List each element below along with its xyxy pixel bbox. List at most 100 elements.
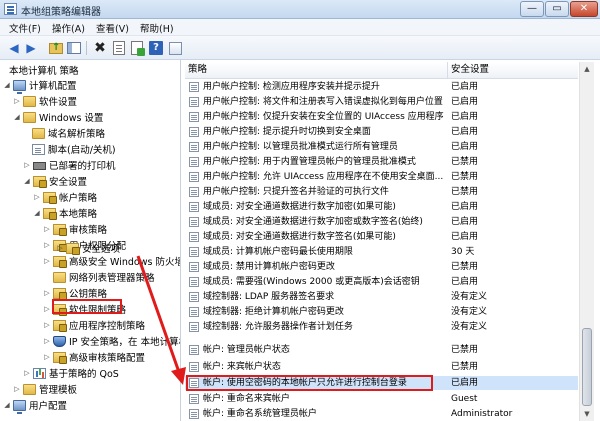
collapse-icon[interactable]: ◢ <box>33 209 41 217</box>
tree-app-control[interactable]: ▷ 应用程序控制策略 <box>43 317 145 333</box>
vertical-scrollbar[interactable]: ▲ ▼ <box>579 62 594 421</box>
expand-icon[interactable]: ▷ <box>43 321 51 329</box>
column-header-setting[interactable]: 安全设置 <box>448 62 578 79</box>
policy-icon <box>189 394 199 404</box>
scroll-up-icon[interactable]: ▲ <box>580 62 594 76</box>
menu-action[interactable]: 操作(A) <box>52 21 85 35</box>
policy-row[interactable]: 帐户: 重命名系统管理员帐户 Administrator <box>185 407 578 421</box>
policy-row[interactable]: 域成员: 需要强(Windows 2000 或更高版本)会话密钥 已启用 <box>185 275 578 289</box>
tree-computer-config[interactable]: ◢ 计算机配置 <box>3 77 77 94</box>
tree-network-list[interactable]: 网络列表管理器策略 <box>53 269 155 285</box>
close-button[interactable]: ✕ <box>570 1 598 17</box>
help-icon[interactable]: ? <box>148 40 164 56</box>
tree-account-policies[interactable]: ▷ 帐户策略 <box>33 189 97 205</box>
expand-icon[interactable]: ▷ <box>43 289 51 297</box>
filter-icon[interactable] <box>167 40 183 56</box>
column-header-policy[interactable]: 策略 <box>185 62 448 79</box>
tree-security-settings[interactable]: ◢ 安全设置 <box>23 173 87 189</box>
folder-icon <box>32 127 45 139</box>
tree-name-resolution[interactable]: 域名解析策略 <box>32 125 105 141</box>
policy-icon <box>189 247 199 257</box>
up-folder-icon[interactable] <box>48 40 64 56</box>
expand-icon[interactable]: ▷ <box>56 244 64 252</box>
tree-label: 高级审核策略配置 <box>69 353 146 364</box>
maximize-button[interactable]: ▭ <box>545 1 569 17</box>
policy-row[interactable]: 用户帐户控制: 允许 UIAccess 应用程序在不使用安全桌面... 已禁用 <box>185 170 578 184</box>
policy-row[interactable]: 帐户: 来宾帐户状态 已禁用 <box>185 360 578 374</box>
policy-row[interactable]: 帐户: 重命名来宾帐户 Guest <box>185 392 578 406</box>
expand-icon[interactable]: ▷ <box>23 369 31 377</box>
forward-arrow-icon[interactable]: ▶ <box>23 40 39 56</box>
expand-icon[interactable]: ▷ <box>33 193 41 201</box>
policy-icon <box>189 157 199 167</box>
expand-icon[interactable]: ▷ <box>43 353 51 361</box>
tree-qos[interactable]: ▷ 基于策略的 QoS <box>23 365 119 381</box>
expand-icon[interactable]: ▷ <box>43 257 51 265</box>
policy-row[interactable]: 用户帐户控制: 用于内置管理员帐户的管理员批准模式 已禁用 <box>185 155 578 169</box>
policy-value: Administrator <box>451 409 513 419</box>
export-list-icon[interactable] <box>129 40 145 56</box>
policy-value: 没有定义 <box>451 322 488 332</box>
tree-printers[interactable]: ▷ 已部署的打印机 <box>23 157 115 173</box>
policy-row[interactable]: 域成员: 计算机帐户密码最长使用期限 30 天 <box>185 245 578 259</box>
policy-value: 已禁用 <box>451 345 479 355</box>
properties-icon[interactable] <box>111 40 127 56</box>
menu-view[interactable]: 查看(V) <box>96 21 129 35</box>
expand-icon[interactable]: ▷ <box>43 241 51 249</box>
policy-row[interactable]: 域控制器: 允许服务器操作者计划任务 没有定义 <box>185 320 578 334</box>
computer-icon <box>13 399 26 414</box>
tree-scripts[interactable]: 脚本(启动/关机) <box>32 141 116 157</box>
tree-ip-security[interactable]: ▷ IP 安全策略，在 本地计算机 <box>43 333 180 349</box>
collapse-icon[interactable]: ◢ <box>13 113 21 121</box>
expand-icon[interactable]: ▷ <box>13 385 21 393</box>
policy-row[interactable]: 用户帐户控制: 仅提升安装在安全位置的 UIAccess 应用程序 已启用 <box>185 110 578 124</box>
tree-root[interactable]: 本地计算机 策略 <box>9 62 79 78</box>
menu-file[interactable]: 文件(F) <box>9 21 41 35</box>
collapse-icon[interactable]: ◢ <box>23 177 31 185</box>
expand-icon[interactable]: ▷ <box>43 305 51 313</box>
expand-icon[interactable]: ▷ <box>43 225 51 233</box>
expand-icon[interactable]: ▷ <box>43 337 51 345</box>
policy-icon <box>189 262 199 272</box>
tree-software-settings[interactable]: ▷ 软件设置 <box>13 93 77 109</box>
back-arrow-icon[interactable]: ◀ <box>6 40 22 56</box>
policy-icon <box>189 345 199 355</box>
printer-icon <box>33 162 46 170</box>
tree-audit-policy[interactable]: ▷ 审核策略 <box>43 221 107 237</box>
policy-icon <box>189 202 199 212</box>
policy-row[interactable]: 域成员: 对安全通道数据进行数字加密(如果可能) 已启用 <box>185 200 578 214</box>
tree-firewall[interactable]: ▷ 高级安全 Windows 防火墙 <box>43 253 181 269</box>
expand-icon[interactable]: ▷ <box>13 97 21 105</box>
policy-row[interactable]: 域控制器: LDAP 服务器签名要求 没有定义 <box>185 290 578 304</box>
tree-advanced-audit[interactable]: ▷ 高级审核策略配置 <box>43 349 145 365</box>
minimize-button[interactable]: — <box>520 1 544 17</box>
menu-help[interactable]: 帮助(H) <box>140 21 174 35</box>
tree-admin-templates[interactable]: ▷ 管理模板 <box>13 381 77 397</box>
policy-value: 已启用 <box>451 112 479 122</box>
show-hide-tree-icon[interactable] <box>66 40 82 56</box>
tree-windows-settings[interactable]: ◢ Windows 设置 <box>13 109 103 125</box>
collapse-icon[interactable]: ◢ <box>3 81 11 89</box>
collapse-icon[interactable]: ◢ <box>3 401 11 409</box>
policy-row[interactable]: 用户帐户控制: 检测应用程序安装并提示提升 已启用 <box>185 80 578 94</box>
highlight-selected-policy <box>186 375 433 391</box>
scroll-thumb[interactable] <box>582 328 592 406</box>
tree-user-config[interactable]: ◢ 用户配置 <box>3 397 67 414</box>
scroll-down-icon[interactable]: ▼ <box>580 407 594 421</box>
folder-icon <box>53 271 66 283</box>
policy-row[interactable]: 用户帐户控制: 提示提升时切换到安全桌面 已启用 <box>185 125 578 139</box>
policy-row[interactable]: 域成员: 对安全通道数据进行数字签名(如果可能) 已启用 <box>185 230 578 244</box>
policy-row[interactable]: 域成员: 对安全通道数据进行数字加密或数字签名(始终) 已启用 <box>185 215 578 229</box>
tree-label: 高级安全 Windows 防火墙 <box>69 257 181 268</box>
policy-row[interactable]: 用户帐户控制: 将文件和注册表写入错误虚拟化到每用户位置 已启用 <box>185 95 578 109</box>
policy-row[interactable]: 域控制器: 拒绝计算机帐户密码更改 没有定义 <box>185 305 578 319</box>
policy-row[interactable]: 用户帐户控制: 以管理员批准模式运行所有管理员 已启用 <box>185 140 578 154</box>
policy-name: 域成员: 对安全通道数据进行数字加密(如果可能) <box>203 202 396 212</box>
policy-row[interactable]: 帐户: 管理员帐户状态 已禁用 <box>185 343 578 357</box>
tree-label: 应用程序控制策略 <box>69 321 146 332</box>
policy-row[interactable]: 用户帐户控制: 只提升签名并验证的可执行文件 已禁用 <box>185 185 578 199</box>
policy-row[interactable]: 域成员: 禁用计算机帐户密码更改 已禁用 <box>185 260 578 274</box>
delete-icon[interactable]: ✖ <box>92 40 108 56</box>
expand-icon[interactable]: ▷ <box>23 161 31 169</box>
tree-local-policies[interactable]: ◢ 本地策略 <box>33 205 97 221</box>
